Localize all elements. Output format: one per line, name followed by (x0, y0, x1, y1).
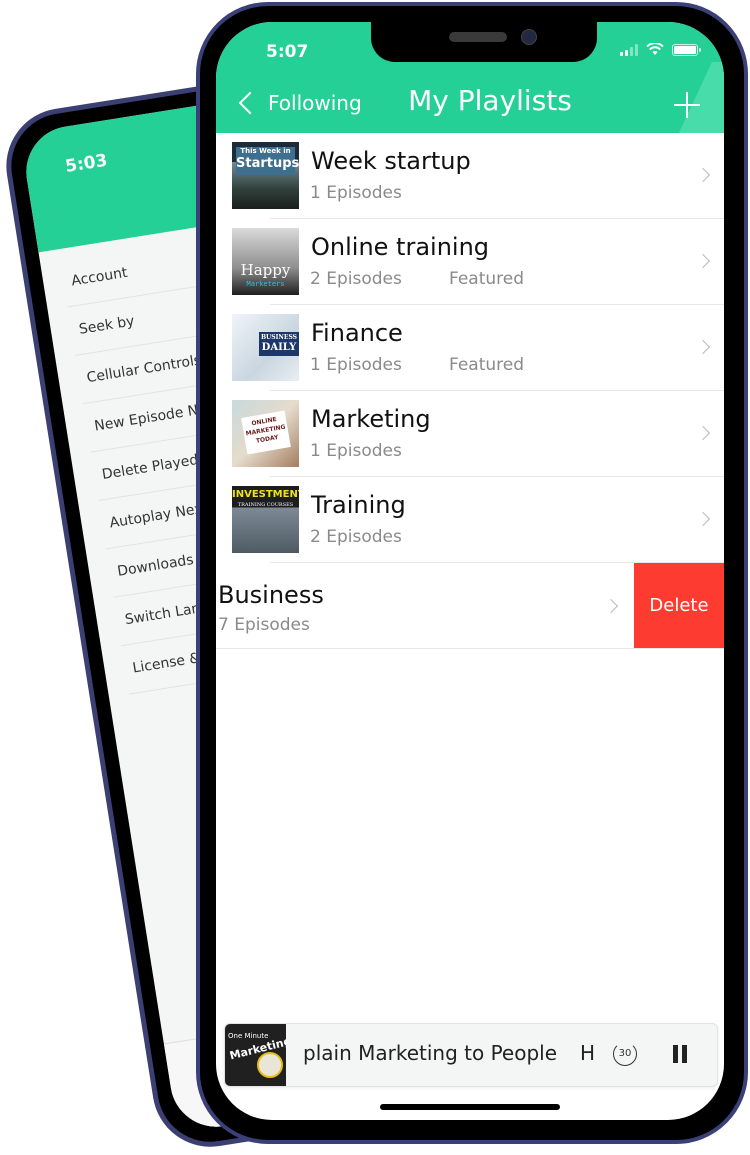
mini-player[interactable]: One Minute Marketing plain Marketing to … (224, 1023, 718, 1087)
thumb-text: Startups (236, 156, 299, 171)
playlists-screen: 5:07 Following My Playlists This Week in… (216, 22, 724, 1120)
playlist-row[interactable]: BUSINESS DAILY Finance 1 Episodes Feature… (216, 305, 724, 391)
playlist-thumbnail: BUSINESS DAILY (232, 314, 299, 381)
thumb-text: DAILY (261, 342, 297, 353)
playlist-row[interactable]: INVESTMENT TRAINING COURSES Training 2 Ep… (216, 477, 724, 563)
notch (371, 22, 597, 62)
thumb-text: TRAINING COURSES (237, 502, 294, 508)
divider (216, 648, 724, 649)
playlist-title: Finance (311, 319, 403, 347)
chevron-right-icon (695, 253, 711, 269)
playlist-row-swiped[interactable]: Business 7 Episodes Delete (216, 563, 724, 649)
episode-count: 7 Episodes (218, 615, 310, 635)
playlist-thumbnail: INVESTMENT TRAINING COURSES (232, 486, 299, 553)
status-icons (620, 43, 701, 56)
pause-button[interactable] (672, 1045, 688, 1063)
chevron-right-icon (603, 598, 619, 614)
episode-count: 2 Episodes (310, 269, 402, 289)
camera (521, 29, 537, 45)
rewind-30-button[interactable]: 30 (613, 1042, 637, 1066)
thumb-text: TODAY (255, 433, 279, 445)
add-playlist-button[interactable] (674, 92, 700, 118)
playlist-row[interactable]: This Week in Startups Week startup 1 Epis… (216, 133, 724, 219)
chevron-right-icon (695, 167, 711, 183)
status-time: 5:03 (63, 150, 109, 177)
chevron-right-icon (695, 339, 711, 355)
playlist-list: This Week in Startups Week startup 1 Epis… (216, 133, 724, 649)
chevron-right-icon (695, 511, 711, 527)
thumb-text: ONLINE MARKETING (245, 416, 287, 438)
status-time: 5:07 (266, 42, 309, 62)
thumb-text: BUSINESS (260, 334, 298, 341)
playlist-title: Online training (311, 233, 490, 261)
episode-count: 1 Episodes (310, 183, 402, 203)
playlist-thumbnail: ONLINE MARKETING TODAY (232, 400, 299, 467)
rewind-icon: 30 (618, 1048, 632, 1059)
now-playing-title-continued: H (580, 1041, 596, 1065)
delete-button[interactable]: Delete (634, 563, 724, 648)
home-indicator (380, 1104, 560, 1110)
playlist-title: Week startup (311, 147, 471, 175)
chevron-right-icon (695, 425, 711, 441)
playlist-title: Training (311, 491, 406, 519)
episode-count: 2 Episodes (310, 527, 402, 547)
playlist-row[interactable]: ONLINE MARKETING TODAY Marketing 1 Episod… (216, 391, 724, 477)
episode-count: 1 Episodes (310, 355, 402, 375)
playlist-row[interactable]: Happy Marketers Online training 2 Episode… (216, 219, 724, 305)
page-title: My Playlists (408, 84, 572, 117)
now-playing-artwork: One Minute Marketing (225, 1024, 286, 1086)
thumb-text: This Week in (240, 147, 291, 155)
now-playing-title: plain Marketing to People (303, 1041, 558, 1065)
wifi-icon (646, 43, 664, 55)
episode-count: 1 Episodes (310, 441, 402, 461)
playlist-title: Business (218, 581, 324, 609)
thumb-text: INVESTMENT (232, 489, 299, 500)
battery-icon (672, 43, 701, 56)
playlist-title: Marketing (311, 405, 431, 433)
speaker (449, 32, 507, 42)
thumb-text: Marketers (246, 280, 285, 288)
playlist-thumbnail: This Week in Startups (232, 142, 299, 209)
signal-icon (620, 43, 638, 56)
playlist-thumbnail: Happy Marketers (232, 228, 299, 295)
art-text: One Minute (228, 1032, 269, 1040)
nav-header: 5:07 Following My Playlists (216, 22, 724, 133)
featured-badge: Featured (449, 269, 525, 289)
featured-badge: Featured (449, 355, 525, 375)
clock-icon (257, 1052, 283, 1078)
